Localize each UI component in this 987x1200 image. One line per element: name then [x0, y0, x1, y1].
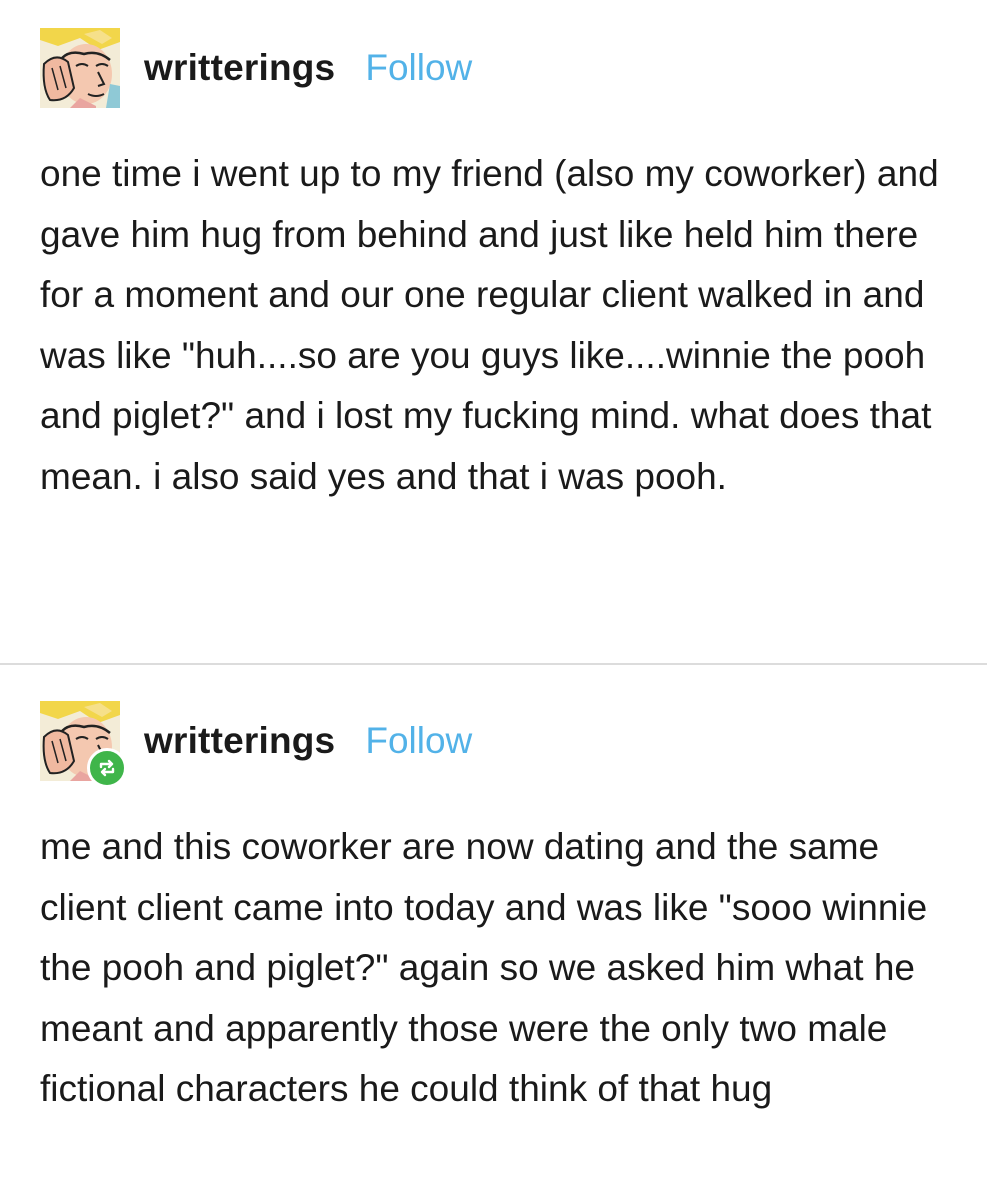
username[interactable]: writterings	[144, 47, 335, 89]
reblog-icon	[99, 759, 115, 777]
comic-face-avatar-icon	[40, 28, 120, 108]
post-body-text: one time i went up to my friend (also my…	[40, 153, 939, 497]
post-divider	[0, 663, 987, 665]
username[interactable]: writterings	[144, 720, 335, 762]
avatar[interactable]	[40, 701, 127, 788]
post-body-text: me and this coworker are now dating and …	[40, 826, 928, 1109]
follow-button[interactable]: Follow	[365, 47, 472, 89]
post-header: writterings Follow	[40, 28, 472, 108]
avatar[interactable]	[40, 28, 120, 108]
follow-button[interactable]: Follow	[365, 720, 472, 762]
post-header: writterings Follow	[40, 701, 472, 788]
reblog-badge	[87, 748, 127, 788]
